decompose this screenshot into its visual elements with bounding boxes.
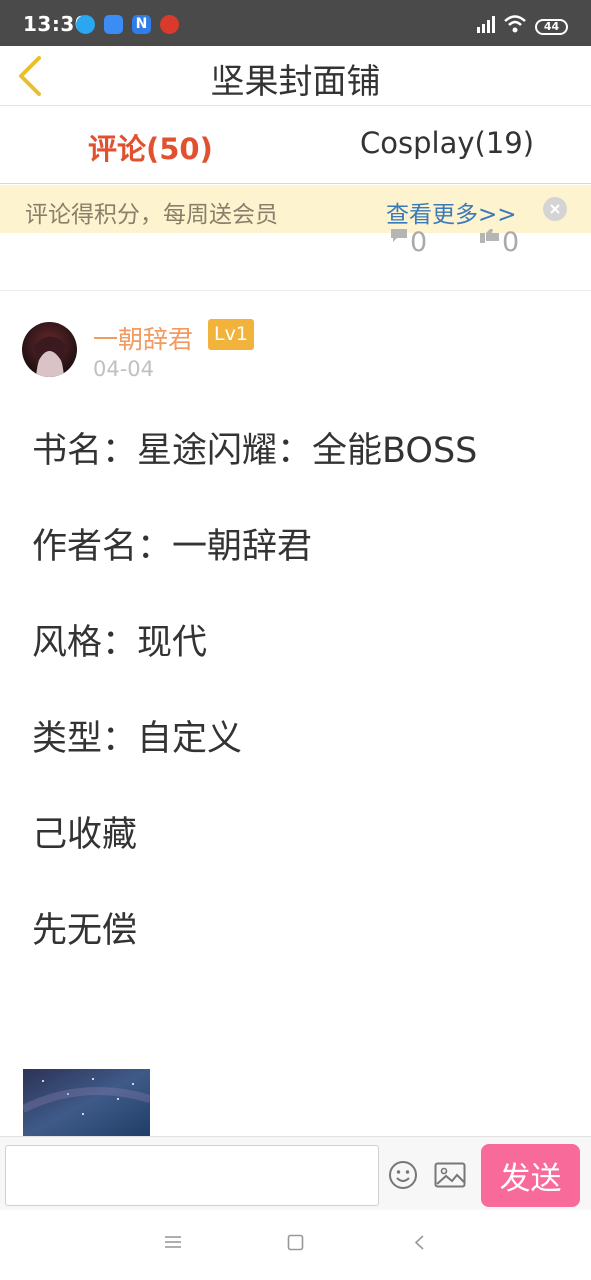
comment-line: 作者名：一朝辞君 xyxy=(32,527,313,567)
system-nav-bar xyxy=(0,1210,591,1280)
level-badge: Lv1 xyxy=(208,319,254,350)
tab-comments[interactable]: 评论(50) xyxy=(88,126,213,168)
close-icon[interactable] xyxy=(543,197,567,221)
emoji-icon[interactable] xyxy=(388,1160,418,1190)
comment-input-bar: 发送 xyxy=(0,1136,591,1210)
comment-input[interactable] xyxy=(5,1145,379,1206)
tab-cosplay[interactable]: Cosplay(19) xyxy=(360,126,534,160)
avatar[interactable] xyxy=(22,322,77,377)
like-icon[interactable] xyxy=(480,229,500,243)
app-notification-icon xyxy=(76,15,95,34)
comment-icon[interactable] xyxy=(389,229,409,243)
comment-line: 先无偿 xyxy=(32,911,138,951)
comment-image-thumbnail[interactable] xyxy=(23,1069,150,1137)
comment-line: 书名：星途闪耀：全能BOSS xyxy=(32,431,478,471)
battery-indicator: 44 xyxy=(535,19,568,35)
comment-line: 类型：自定义 xyxy=(32,719,243,759)
home-icon[interactable] xyxy=(287,1234,304,1251)
comment-count: 0 xyxy=(410,227,428,258)
promo-banner: 评论得积分，每周送会员 查看更多>> xyxy=(0,185,591,233)
app-notification-icon xyxy=(104,15,123,34)
comment-username[interactable]: 一朝辞君 xyxy=(93,320,193,356)
comment-line: 己收藏 xyxy=(32,815,138,855)
image-icon[interactable] xyxy=(434,1162,466,1188)
app-notification-icon: N xyxy=(132,15,151,34)
tab-bar: 评论(50) Cosplay(19) xyxy=(0,106,591,184)
app-notification-icon xyxy=(160,15,179,34)
nav-back-icon[interactable] xyxy=(413,1234,427,1251)
signal-icon xyxy=(477,16,495,33)
prev-post-actions: 0 0 xyxy=(0,227,591,291)
banner-text: 评论得积分，每周送会员 xyxy=(25,202,278,228)
like-count: 0 xyxy=(502,227,520,258)
comment-date: 04-04 xyxy=(93,357,155,381)
page-title: 坚果封面铺 xyxy=(210,62,381,102)
status-bar: 13:30 N 44 xyxy=(0,0,591,46)
menu-icon[interactable] xyxy=(164,1234,182,1250)
wifi-icon xyxy=(504,15,526,33)
comment-line: 风格：现代 xyxy=(32,623,208,663)
view-more-link[interactable]: 查看更多>> xyxy=(386,195,517,229)
send-button[interactable]: 发送 xyxy=(481,1144,580,1207)
app-header: 坚果封面铺 xyxy=(0,46,591,106)
